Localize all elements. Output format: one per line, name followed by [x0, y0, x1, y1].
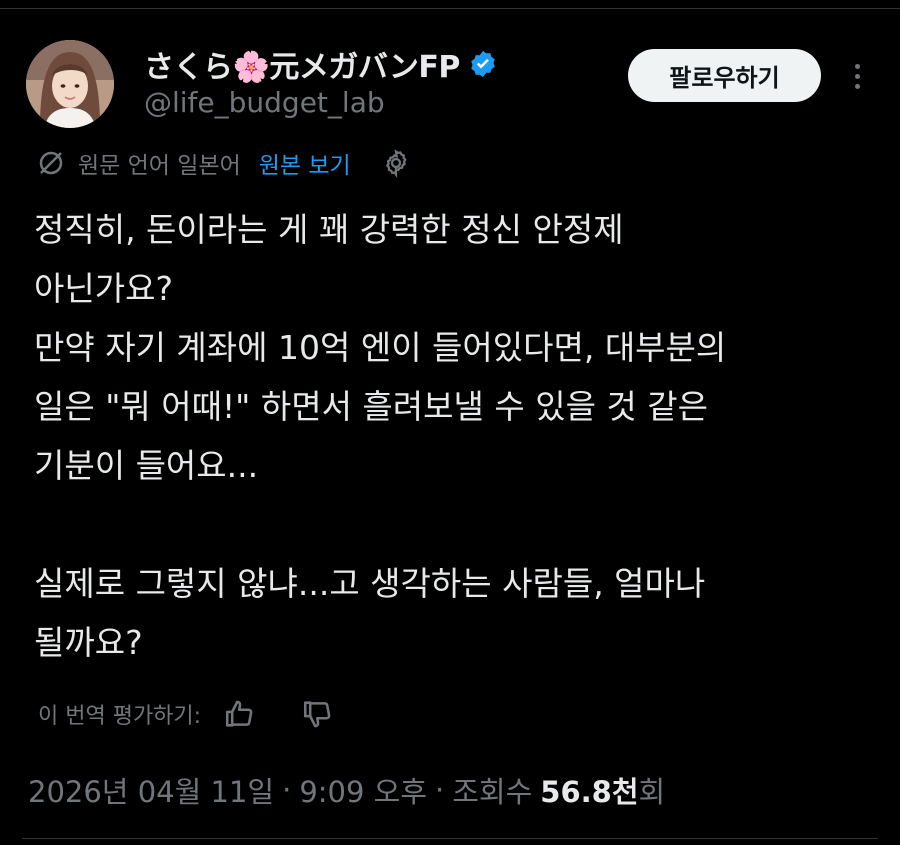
more-dot — [854, 63, 860, 69]
bottom-divider — [22, 838, 878, 839]
avatar[interactable] — [26, 40, 114, 128]
author-handle[interactable]: @life_budget_lab — [144, 86, 385, 119]
verified-badge-icon — [471, 50, 495, 78]
tweet-line: 정직히, 돈이라는 게 꽤 강력한 정신 안정제 — [34, 210, 624, 249]
rate-translation: 이 번역 평가하기: — [38, 694, 335, 734]
tweet-text: 정직히, 돈이라는 게 꽤 강력한 정신 안정제 아닌가요? 만약 자기 계좌에… — [34, 200, 874, 672]
meta-separator: · — [282, 773, 292, 807]
tweet-line: 아닌가요? — [34, 269, 173, 308]
rate-translation-label: 이 번역 평가하기: — [38, 704, 202, 729]
tweet-line: 실제로 그렇지 않냐...고 생각하는 사람들, 얼마나 — [34, 564, 706, 603]
tweet-line: 기분이 들어요... — [34, 446, 259, 485]
tweet-paragraph-gap — [34, 495, 874, 554]
more-dot — [854, 73, 860, 79]
meta-separator: · — [435, 773, 445, 807]
tweet-meta: 2026년 04월 11일 · 9:09 오후 · 조회수 56.8천 회 — [28, 768, 665, 812]
translation-bar: 원문 언어 일본어 원본 보기 — [36, 144, 411, 182]
tweet-line: 만약 자기 계좌에 10억 엔이 들어있다면, 대부분의 — [34, 328, 727, 367]
tweet-time[interactable]: 9:09 오후 — [299, 769, 427, 811]
thumb-up-icon[interactable] — [223, 697, 257, 731]
author-display-name[interactable]: さくら🌸元メガバンFP — [144, 42, 460, 86]
author-name-row[interactable]: さくら🌸元メガバンFP — [144, 42, 498, 86]
tweet-line: 될까요? — [34, 623, 143, 662]
follow-button[interactable]: 팔로우하기 — [628, 49, 821, 102]
tweet-date[interactable]: 2026년 04월 11일 — [28, 769, 274, 811]
more-dots-icon[interactable] — [842, 58, 872, 94]
views-prefix: 조회수 — [452, 775, 533, 809]
source-language-note: 원문 언어 일본어 — [78, 153, 241, 179]
translate-icon — [39, 151, 63, 175]
gear-icon[interactable] — [381, 148, 411, 178]
tweet-line: 일은 "뭐 어때!" 하면서 흘려보낼 수 있을 것 같은 — [34, 387, 708, 426]
thumb-down-icon[interactable] — [301, 697, 335, 731]
view-original-link[interactable]: 원본 보기 — [259, 146, 351, 180]
views-suffix: 회 — [638, 775, 666, 809]
top-divider — [0, 8, 900, 9]
views-count[interactable]: 56.8천 — [540, 769, 638, 811]
profile-photo — [26, 40, 114, 128]
more-dot — [854, 83, 860, 89]
